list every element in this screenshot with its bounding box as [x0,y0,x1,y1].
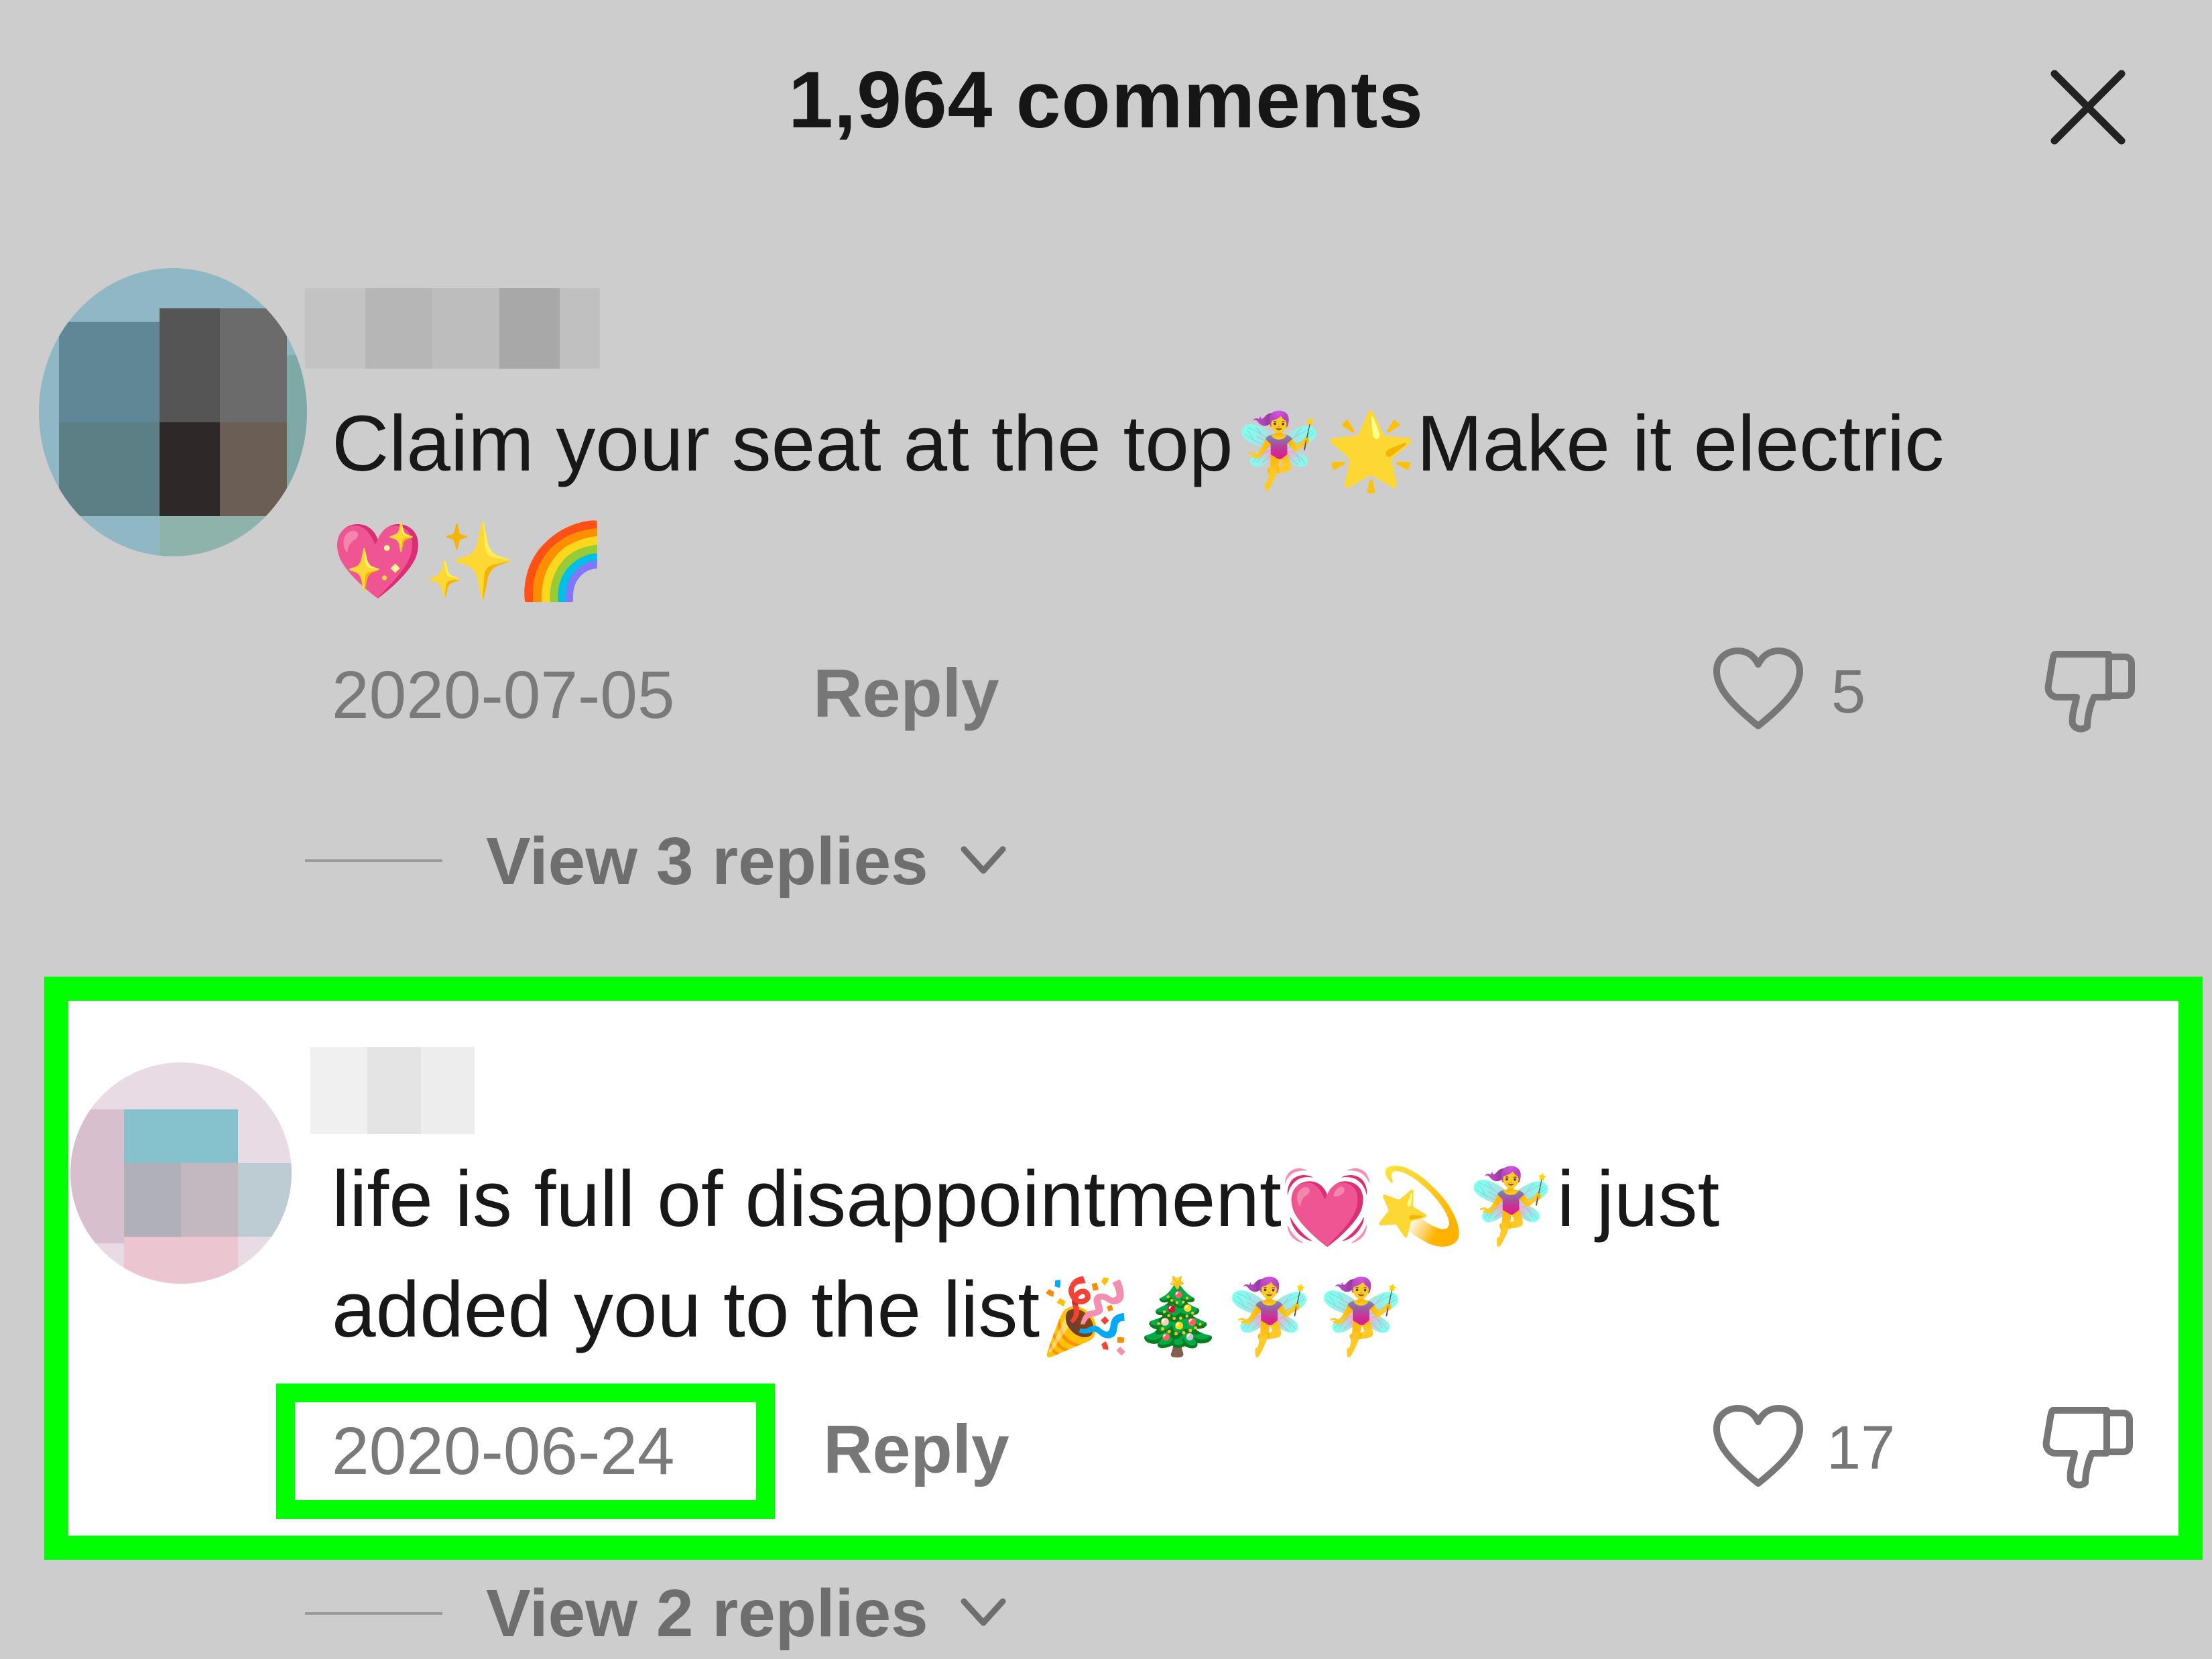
chevron-down-icon [961,846,1006,874]
chevron-down-icon [961,1598,1006,1626]
comment-date: 2020-07-05 [332,658,675,733]
close-icon[interactable] [2048,67,2128,147]
fairy-star-emoji: 🧚‍♀️🌟 [1233,408,1417,493]
comment-text-part: added you to the list [332,1266,1040,1354]
avatar[interactable] [70,1062,292,1284]
date-highlight [276,1384,775,1519]
comment-text-part: i just [1556,1155,1720,1243]
username-redacted[interactable] [305,288,600,369]
view-replies-button[interactable]: View 2 replies [486,1575,1007,1652]
heart-dizzy-fairy-emoji: 💓💫🧚‍♀️ [1281,1163,1557,1249]
like-count: 5 [1831,658,1866,726]
like-count: 17 [1827,1414,1896,1482]
party-tree-fairy-emoji: 🎉🎄🧚‍♀️🧚‍♀️ [1040,1274,1408,1359]
username-redacted[interactable] [310,1047,475,1134]
view-replies-label: View 3 replies [486,824,928,899]
comment-text-part: life is full of disappointment [332,1155,1282,1243]
comment-text: Claim your seat at the top🧚‍♀️🌟Make it e… [332,392,2182,613]
view-replies-button[interactable]: View 3 replies [486,823,1007,900]
reply-button[interactable]: Reply [813,654,999,733]
avatar[interactable] [39,268,307,556]
heart-sparkles-rainbow-emoji: 💖✨🌈 [332,518,607,604]
reply-button[interactable]: Reply [823,1410,1009,1489]
heart-icon[interactable] [1711,1404,1805,1491]
comment-text-part: Make it electric [1416,400,1945,488]
dislike-icon[interactable] [2041,1400,2135,1493]
heart-icon[interactable] [1711,647,1805,734]
comment-text-part: Claim your seat at the top [332,400,1233,488]
view-replies-label: View 2 replies [486,1576,928,1651]
comments-sheet: 1,964 comments Claim your seat at the to… [0,0,2212,1659]
dislike-icon[interactable] [2043,643,2137,737]
comments-count-title: 1,964 comments [788,55,1424,145]
comment-text: life is full of disappointment💓💫🧚‍♀️i ju… [332,1148,2182,1369]
replies-divider [305,1612,442,1615]
replies-divider [305,859,442,862]
